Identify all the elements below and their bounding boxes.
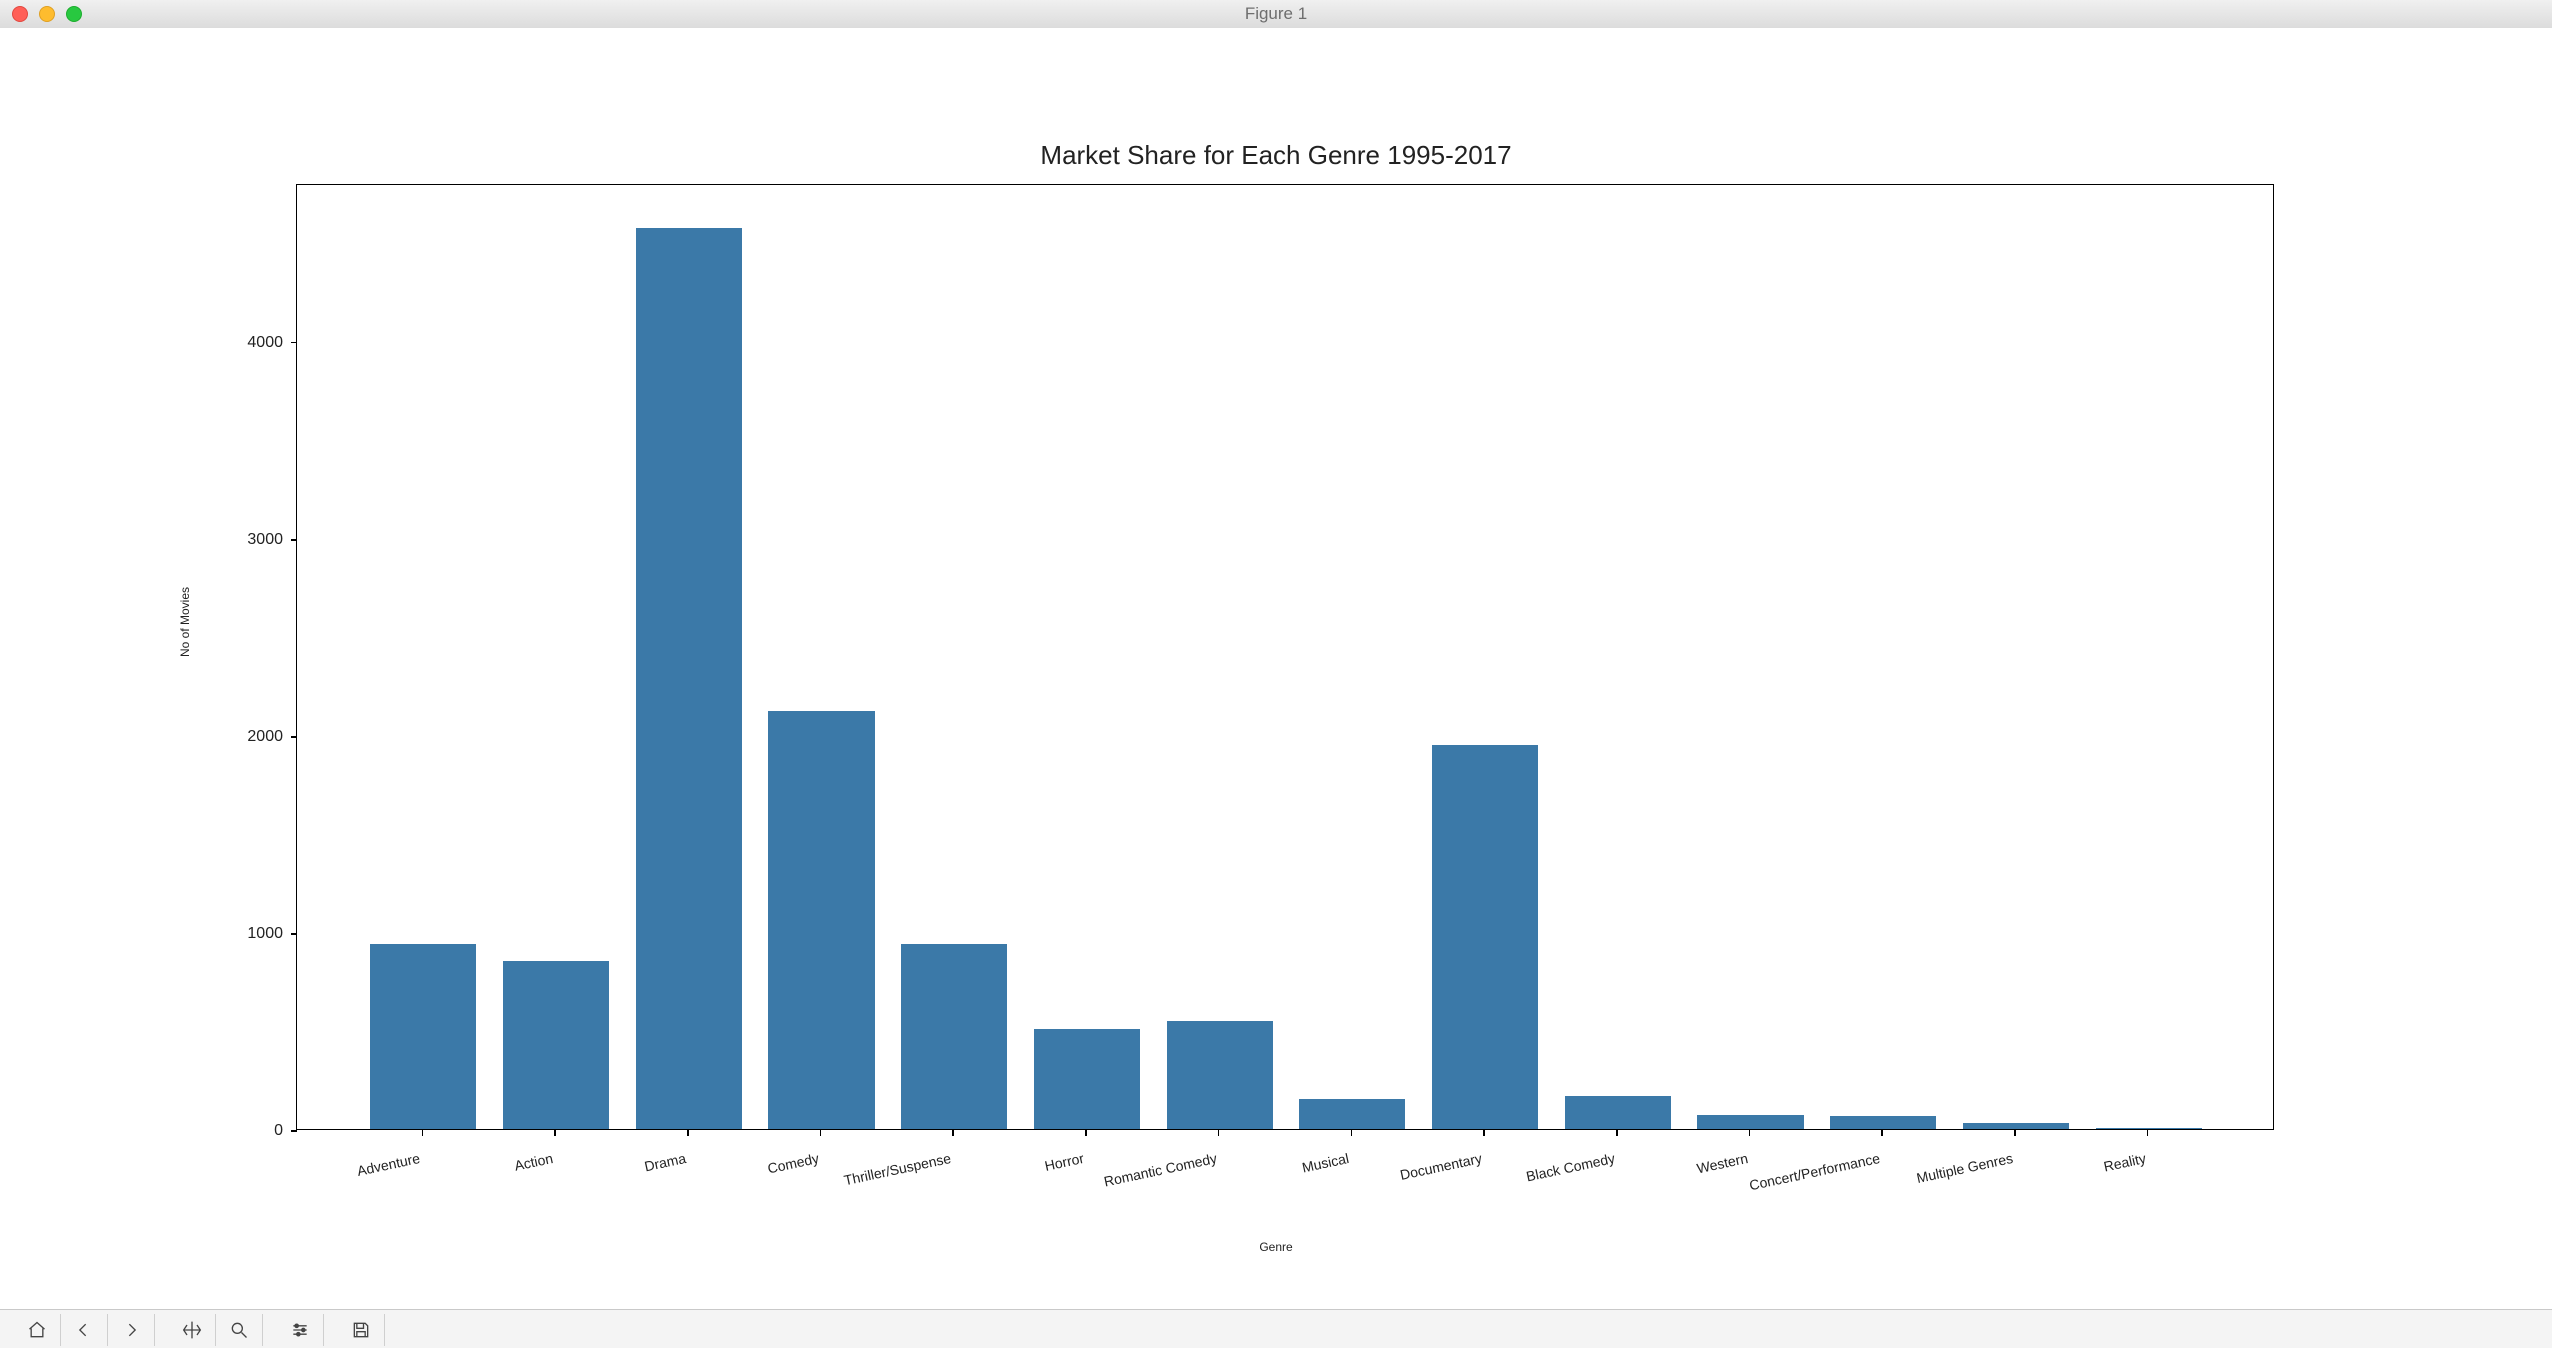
forward-icon xyxy=(121,1320,141,1340)
x-axis-label: Genre xyxy=(0,1240,2552,1254)
x-ticks: AdventureActionDramaComedyThriller/Suspe… xyxy=(296,1130,2274,1220)
traffic-lights xyxy=(12,6,82,22)
window-title: Figure 1 xyxy=(0,4,2552,24)
minimize-icon[interactable] xyxy=(39,6,55,22)
x-tick-mark xyxy=(1616,1130,1618,1136)
bar xyxy=(1299,1099,1405,1129)
x-tick-mark xyxy=(687,1130,689,1136)
back-button[interactable] xyxy=(61,1314,108,1346)
bar xyxy=(768,711,874,1129)
figure-toolbar xyxy=(0,1309,2552,1348)
bar xyxy=(1034,1029,1140,1130)
x-tick-mark xyxy=(1351,1130,1353,1136)
save-icon xyxy=(351,1320,371,1340)
x-tick-mark xyxy=(422,1130,424,1136)
y-tick-label: 1000 xyxy=(247,925,297,943)
x-tick-mark xyxy=(1218,1130,1220,1136)
x-tick-mark xyxy=(952,1130,954,1136)
bar xyxy=(1830,1116,1936,1129)
back-icon xyxy=(74,1320,94,1340)
bar xyxy=(901,944,1007,1129)
close-icon[interactable] xyxy=(12,6,28,22)
home-icon xyxy=(27,1320,47,1340)
bar xyxy=(503,961,609,1129)
y-tick-label: 2000 xyxy=(247,728,297,746)
bar xyxy=(370,944,476,1129)
chart-title: Market Share for Each Genre 1995-2017 xyxy=(0,140,2552,171)
matplotlib-window: Figure 1 Market Share for Each Genre 199… xyxy=(0,0,2552,1348)
bar xyxy=(1565,1096,1671,1130)
y-tick-label: 3000 xyxy=(247,531,297,549)
figure-canvas[interactable]: Market Share for Each Genre 1995-2017 No… xyxy=(0,28,2552,1310)
configure-icon xyxy=(290,1320,310,1340)
bar xyxy=(1432,745,1538,1129)
bar xyxy=(2096,1128,2202,1129)
forward-button[interactable] xyxy=(108,1314,155,1346)
bar xyxy=(1167,1021,1273,1129)
plot-area: 01000200030004000 xyxy=(296,184,2274,1130)
pan-button[interactable] xyxy=(169,1314,216,1346)
bar xyxy=(1697,1115,1803,1129)
x-tick-mark xyxy=(554,1130,556,1136)
x-tick-mark xyxy=(1749,1130,1751,1136)
bar xyxy=(636,228,742,1129)
configure-button[interactable] xyxy=(277,1314,324,1346)
bar xyxy=(1963,1123,2069,1129)
y-tick-label: 4000 xyxy=(247,334,297,352)
save-button[interactable] xyxy=(338,1314,385,1346)
bars-group xyxy=(297,185,2273,1129)
zoom-button[interactable] xyxy=(216,1314,263,1346)
x-tick-mark xyxy=(1881,1130,1883,1136)
x-tick-mark xyxy=(820,1130,822,1136)
x-tick-mark xyxy=(1085,1130,1087,1136)
y-axis-label: No of Movies xyxy=(178,587,192,657)
zoom-icon xyxy=(229,1320,249,1340)
x-tick-mark xyxy=(2147,1130,2149,1136)
window-titlebar: Figure 1 xyxy=(0,0,2552,29)
home-button[interactable] xyxy=(14,1314,61,1346)
x-tick-mark xyxy=(1483,1130,1485,1136)
x-tick-mark xyxy=(2014,1130,2016,1136)
pan-icon xyxy=(182,1320,202,1340)
maximize-icon[interactable] xyxy=(66,6,82,22)
